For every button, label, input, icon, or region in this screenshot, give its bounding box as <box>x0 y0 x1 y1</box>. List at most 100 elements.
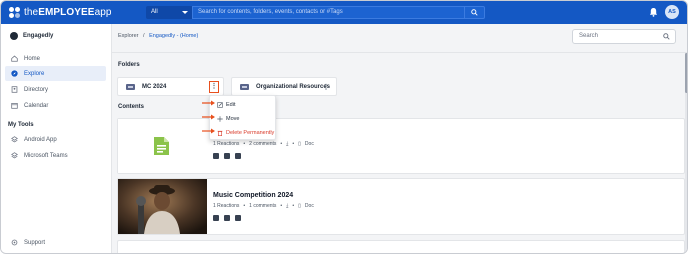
user-avatar[interactable]: AS <box>665 5 679 19</box>
content-type: Doc <box>304 203 314 209</box>
global-search-button[interactable] <box>465 6 485 19</box>
content-type: Doc <box>304 141 314 147</box>
search-scope-select[interactable]: All <box>146 6 192 19</box>
logo-prefix: the <box>24 7 39 18</box>
folder-name: Organizational Resources <box>256 83 331 90</box>
meta-separator: • <box>243 141 246 147</box>
sidebar-item-directory[interactable]: Directory <box>5 82 106 97</box>
reactions-count[interactable]: 1 Reactions <box>213 203 239 209</box>
comments-count[interactable]: 1 comments <box>249 203 276 209</box>
directory-icon <box>11 86 18 93</box>
logo-text: theEMPLOYEEapp <box>24 7 112 18</box>
content-card[interactable]: 1 Reactions • 2 comments • ⤓ • ▯ Doc <box>117 118 685 174</box>
search-icon <box>471 9 478 16</box>
menu-item-delete-permanently[interactable]: Delete Permanently <box>217 128 274 137</box>
comments-count[interactable]: 2 comments <box>249 141 276 147</box>
sidebar-item-label: Home <box>24 55 41 62</box>
content-meta: 1 Reactions • 2 comments • ⤓ • ▯ Doc <box>213 141 314 147</box>
reactions-count[interactable]: 1 Reactions <box>213 141 239 147</box>
meta-separator: • <box>280 141 283 147</box>
contents-heading: Contents <box>118 104 144 110</box>
sidebar-item-support[interactable]: Support <box>5 235 106 250</box>
logo-bold: EMPLOYEE <box>38 7 95 18</box>
app-window: theEMPLOYEEapp All Search for contents, … <box>0 0 688 254</box>
content-search-input[interactable]: Search <box>572 29 676 44</box>
sidebar-item-label: Calendar <box>24 102 49 109</box>
bell-icon[interactable] <box>649 7 658 17</box>
menu-item-label: Move <box>226 115 240 122</box>
list-icon[interactable] <box>224 215 230 221</box>
content-thumbnail <box>118 119 207 173</box>
sidebar-item-label: Support <box>24 239 46 246</box>
menu-item-label: Delete Permanently <box>226 129 275 136</box>
content-actions <box>213 215 241 221</box>
list-icon[interactable] <box>224 153 230 159</box>
content-actions <box>213 153 241 159</box>
doc-type-icon: ▯ <box>298 141 301 147</box>
breadcrumb-separator: / <box>143 33 145 39</box>
folders-heading: Folders <box>118 62 140 68</box>
sidebar: Engagedly Home Explore Directory Calenda… <box>1 24 112 253</box>
more-options-icon[interactable]: ⋮ <box>322 83 330 92</box>
app-logo[interactable]: theEMPLOYEEapp <box>9 6 112 19</box>
annotation-arrow-icon <box>202 114 215 120</box>
logo-mark-icon <box>9 6 21 19</box>
menu-item-edit[interactable]: Edit <box>217 100 235 109</box>
sidebar-item-microsoft-teams[interactable]: Microsoft Teams <box>5 148 106 163</box>
content-card[interactable]: Music Competition 2024 1 Reactions • 1 c… <box>117 178 685 235</box>
folder-context-menu: Edit Move Delete Permanently <box>209 95 276 140</box>
move-icon <box>217 115 223 122</box>
org-switcher[interactable]: Engagedly <box>10 32 53 40</box>
shield-icon[interactable] <box>235 215 241 221</box>
sidebar-item-explore[interactable]: Explore <box>5 66 106 81</box>
sidebar-item-label: Microsoft Teams <box>24 152 68 159</box>
meta-separator: • <box>280 203 283 209</box>
folder-name: MC 2024 <box>142 83 167 90</box>
folder-card[interactable]: MC 2024 ⋮ <box>117 77 224 96</box>
sidebar-item-android-app[interactable]: Android App <box>5 132 106 147</box>
folder-icon <box>240 83 249 90</box>
annotation-arrow-icon <box>202 100 215 106</box>
breadcrumb-root[interactable]: Explorer <box>118 33 138 39</box>
trash-icon <box>217 130 223 136</box>
divider <box>112 52 687 53</box>
compass-icon <box>11 70 18 77</box>
image-icon[interactable] <box>213 215 219 221</box>
content-meta: 1 Reactions • 1 comments • ⤓ • ▯ Doc <box>213 203 314 209</box>
calendar-icon <box>11 103 18 109</box>
edit-icon <box>217 101 223 108</box>
content-title[interactable]: Music Competition 2024 <box>213 192 293 199</box>
my-tools-heading: My Tools <box>8 122 34 128</box>
org-logo-icon <box>10 32 18 40</box>
more-options-icon[interactable]: ⋮ <box>209 81 219 93</box>
sidebar-item-label: Directory <box>24 86 49 93</box>
download-icon[interactable]: ⤓ <box>286 141 288 147</box>
sidebar-item-label: Explore <box>24 70 45 77</box>
folder-icon <box>126 83 135 90</box>
meta-separator: • <box>292 141 295 147</box>
content-search-placeholder: Search <box>579 33 599 39</box>
folder-card[interactable]: Organizational Resources ⋮ <box>231 77 337 96</box>
image-icon[interactable] <box>213 153 219 159</box>
annotation-arrow-icon <box>202 128 215 134</box>
menu-item-label: Edit <box>226 101 236 108</box>
content-card[interactable] <box>117 240 685 253</box>
shield-icon[interactable] <box>235 153 241 159</box>
content-thumbnail <box>118 179 207 234</box>
sidebar-item-calendar[interactable]: Calendar <box>5 98 106 113</box>
download-icon[interactable]: ⤓ <box>286 203 288 209</box>
sidebar-item-home[interactable]: Home <box>5 51 106 66</box>
global-search-input[interactable]: Search for contents, folders, events, co… <box>192 6 465 19</box>
doc-type-icon: ▯ <box>298 203 301 209</box>
menu-item-move[interactable]: Move <box>217 114 239 123</box>
top-bar: theEMPLOYEEapp All Search for contents, … <box>1 1 687 24</box>
chevron-down-icon <box>182 11 188 14</box>
org-name: Engagedly <box>23 33 54 39</box>
document-icon <box>154 137 169 155</box>
sidebar-item-label: Android App <box>24 136 57 143</box>
logo-suffix: app <box>94 7 112 18</box>
meta-separator: • <box>243 203 246 209</box>
stack-icon <box>11 136 18 143</box>
breadcrumb-current[interactable]: Engagedly - (Home) <box>149 33 198 39</box>
search-icon[interactable] <box>663 33 670 40</box>
